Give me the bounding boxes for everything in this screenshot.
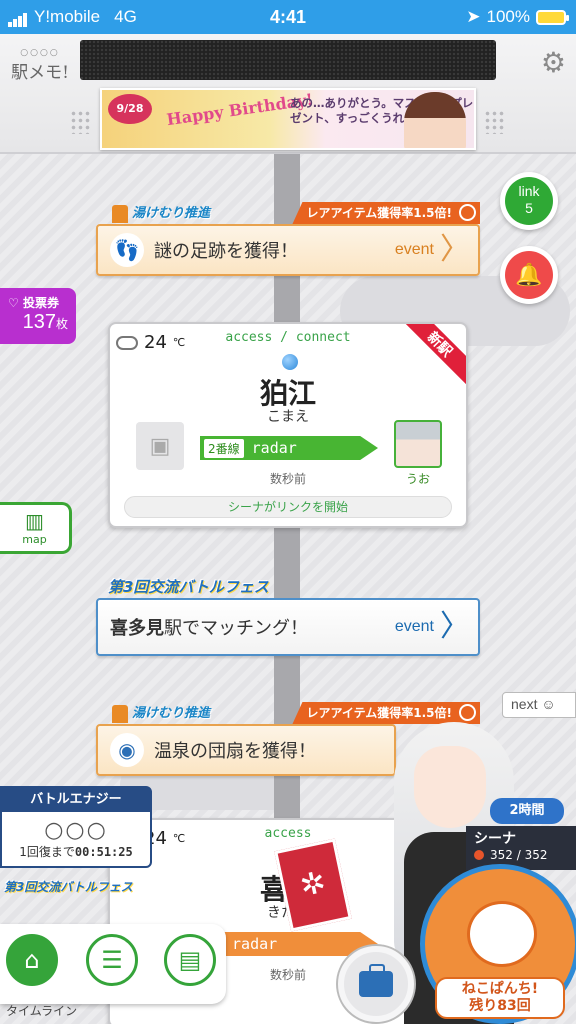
home-icon: ⌂ [24, 946, 40, 974]
chevron-right-icon: 〉 [440, 609, 470, 644]
heart-icon: ♡ [8, 296, 23, 310]
station-dot-icon [282, 354, 298, 370]
vote-ticket[interactable]: ♡ 投票券 137枚 [0, 288, 76, 344]
status-bar: Y!mobile 4G 4:41 ➤ 100% [0, 0, 576, 34]
event-text: 駅でマッチング！ [164, 618, 308, 639]
gear-icon[interactable]: ⚙ [541, 46, 566, 79]
notification-button[interactable]: 🔔 [500, 246, 558, 304]
home-button[interactable]: ⌂ [6, 934, 58, 986]
link-button[interactable]: link 5 [500, 172, 558, 230]
bell-icon: 🔔 [505, 251, 553, 299]
battle-energy: バトルエナジー ○○○ 1回復まで00:51:25 [0, 786, 152, 868]
footprint-icon: 👣 [110, 233, 144, 267]
map-button[interactable]: ▥ map [0, 502, 72, 554]
station-list-button[interactable]: ▤ [164, 934, 216, 986]
campaign-tag: 湯けむり推進 [112, 702, 210, 724]
briefcase-button[interactable] [338, 946, 414, 1022]
time-badge: 2時間 [490, 798, 564, 824]
birthday-banner[interactable]: 9/28 Happy Birthday! あの…ありがとう。マスターのプレゼント… [100, 88, 476, 150]
event-kind: event [394, 618, 434, 635]
neko-punch-button[interactable]: ねこぱんち! 残り83回 [420, 864, 576, 1024]
app-screen: Y!mobile 4G 4:41 ➤ 100% ○○○○ 駅メモ! ⚙ 9/28 … [0, 0, 576, 1024]
link-count: 5 [525, 200, 533, 216]
track-bar: 2番線 radar [200, 436, 378, 460]
punch-remaining: 残り83回 [469, 998, 531, 1014]
recover-time: 00:51:25 [74, 845, 133, 859]
character-face [414, 746, 486, 828]
train-list-icon: ▤ [178, 946, 202, 974]
house-icon [112, 704, 128, 723]
banner-character [404, 92, 466, 148]
event-kind: event [394, 241, 434, 258]
event-text: 謎の足跡を獲得！ [154, 241, 298, 262]
energy-circles: ○○○ [44, 818, 108, 843]
list-icon: ☰ [101, 946, 123, 974]
event-matching[interactable]: 喜多見駅でマッチング！ event 〉 [96, 598, 480, 656]
character-hp: 352 / 352 [474, 848, 568, 862]
event-fan[interactable]: ◉ 温泉の団扇を獲得！ [96, 724, 396, 776]
character-name: シーナ [474, 831, 516, 847]
fan-icon: ◉ [110, 733, 144, 767]
station-card[interactable]: 24 ℃ access / connect 新駅 狛江 こまえ ▣ 2番線 rada… [108, 322, 468, 528]
app-logo[interactable]: ○○○○ 駅メモ! [8, 48, 72, 92]
match-station: 喜多見 [110, 618, 164, 639]
location-icon: ➤ [466, 7, 481, 26]
speaker-right [484, 110, 506, 134]
chevron-right-icon: 〉 [440, 232, 470, 267]
access-label: access / connect [225, 330, 351, 345]
campaign-tag: 湯けむり推進 [112, 202, 210, 224]
train-icon: ▣ [136, 422, 184, 470]
battle-fest-tag: 第3回交流バトルフェス [4, 880, 133, 894]
house-icon [112, 204, 128, 223]
clock-icon [459, 204, 476, 221]
event-footprint[interactable]: 👣 謎の足跡を獲得！ event 〉 [96, 224, 480, 276]
track-bar: 線radar [200, 932, 378, 956]
punch-label: ねこぱんち! [461, 981, 539, 997]
rare-item-tag: レアアイテム獲得率1.5倍! [292, 202, 480, 224]
speaker-left [70, 110, 92, 134]
bottom-nav: ⌂ ☰ ▤ [0, 924, 226, 1004]
battery-icon [536, 9, 569, 25]
link-message: シーナがリンクを開始 [124, 496, 452, 518]
led-ticker [80, 40, 496, 80]
banner-date: 9/28 [108, 94, 152, 124]
map-icon: ▥ [25, 509, 44, 533]
battle-fest-tag: 第3回交流バトルフェス [108, 578, 269, 596]
energy-title: バトルエナジー [2, 788, 150, 812]
vote-count: 137 [22, 311, 56, 333]
event-text: 温泉の団扇を獲得！ [154, 741, 316, 762]
avatar[interactable] [394, 420, 442, 468]
briefcase-icon [359, 964, 393, 997]
timeline-label: タイムライン [6, 1004, 78, 1018]
battery-percent: 100% [486, 7, 530, 26]
clock: 4:41 [269, 6, 307, 27]
timeline-button[interactable]: ☰ [86, 934, 138, 986]
time-ago: 数秒前 [269, 472, 306, 486]
neko-face-icon [467, 901, 537, 967]
character-status: シーナ 352 / 352 [466, 826, 576, 870]
app-header: ○○○○ 駅メモ! ⚙ 9/28 Happy Birthday! あの…ありがとう… [0, 34, 576, 154]
